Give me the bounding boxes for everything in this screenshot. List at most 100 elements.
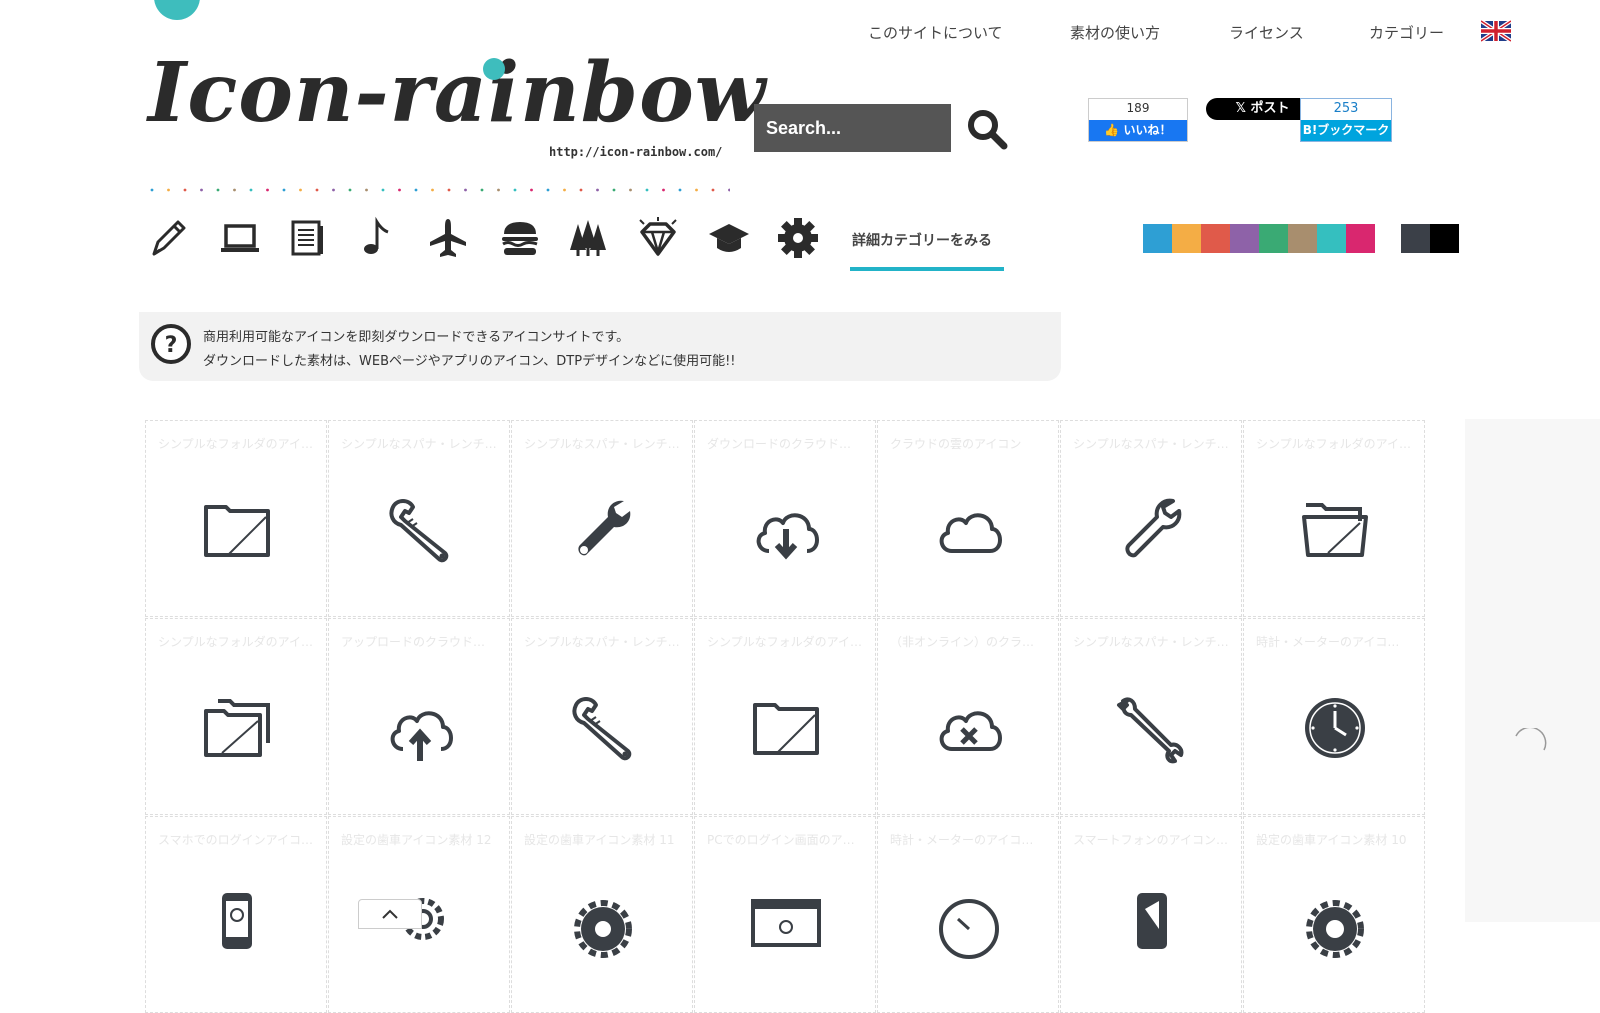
nav-category[interactable]: カテゴリー bbox=[1369, 22, 1444, 43]
icon-card[interactable]: スマートフォンのアイコン… bbox=[1060, 816, 1242, 1013]
icon-card[interactable]: ダウンロードのクラウド… bbox=[694, 420, 876, 617]
x-logo-icon: 𝕏 bbox=[1235, 101, 1251, 116]
fb-like-button[interactable]: 👍 いいね！ bbox=[1089, 120, 1187, 141]
icon-card-title: ダウンロードのクラウド… bbox=[707, 437, 852, 451]
icon-card[interactable]: 時計・メーターのアイコ… bbox=[877, 816, 1059, 1013]
icon-card[interactable]: シンプルなフォルダのアイ… bbox=[145, 618, 327, 815]
search-input[interactable] bbox=[754, 104, 951, 152]
icon-card[interactable]: シンプルなスパナ・レンチ… bbox=[511, 420, 693, 617]
icon-card-title: アップロードのクラウド… bbox=[341, 635, 486, 649]
icon-card-title: シンプルなスパナ・レンチ… bbox=[524, 437, 680, 451]
music-note-icon[interactable] bbox=[356, 216, 400, 260]
more-categories-underline bbox=[850, 267, 1004, 271]
folders-icon bbox=[204, 699, 270, 757]
intro-line-1: 商用利用可能なアイコンを即刻ダウンロードできるアイコンサイトです。 bbox=[203, 330, 630, 345]
folder-open-icon bbox=[1302, 503, 1368, 557]
icon-card-title: シンプルなスパナ・レンチ… bbox=[524, 635, 680, 649]
icon-card-title: シンプルなフォルダのアイ… bbox=[1256, 437, 1412, 451]
adjustable-wrench-2-icon bbox=[572, 697, 632, 761]
icon-card-title: 時計・メーターのアイコ… bbox=[890, 833, 1034, 847]
icon-card-title: シンプルなフォルダのアイ… bbox=[158, 437, 314, 451]
intro-line-2: ダウンロードした素材は、WEBページやアプリのアイコン、DTPデザインなどに使用… bbox=[203, 354, 736, 369]
pc-login-icon bbox=[751, 899, 821, 947]
diamond-icon[interactable] bbox=[636, 216, 680, 260]
more-categories-link[interactable]: 詳細カテゴリーをみる bbox=[852, 230, 992, 250]
nav-about[interactable]: このサイトについて bbox=[868, 22, 1003, 43]
thumbs-up-icon: 👍 bbox=[1104, 123, 1124, 137]
search-icon[interactable] bbox=[966, 108, 1010, 152]
corner-dot bbox=[154, 0, 200, 20]
icon-card-title: シンプルなスパナ・レンチ… bbox=[1073, 437, 1229, 451]
airplane-icon[interactable] bbox=[426, 216, 470, 260]
x-post-label: ポスト bbox=[1250, 101, 1290, 116]
cloud-upload-icon bbox=[390, 711, 453, 761]
color-swatch-red[interactable] bbox=[1201, 224, 1230, 253]
nav-license[interactable]: ライセンス bbox=[1229, 22, 1304, 43]
pencil-icon[interactable] bbox=[146, 216, 190, 260]
icon-card[interactable]: 設定の歯車アイコン素材 10 bbox=[1243, 816, 1425, 1013]
color-swatch-brown[interactable] bbox=[1288, 224, 1317, 253]
color-swatch-green[interactable] bbox=[1259, 224, 1288, 253]
color-swatch-teal[interactable] bbox=[1317, 224, 1346, 253]
icon-card-title: PCでのログイン画面のア… bbox=[707, 833, 855, 847]
gear-10-icon bbox=[1306, 900, 1364, 958]
adjustable-wrench-icon bbox=[389, 499, 449, 563]
color-swatch-dark-gray[interactable] bbox=[1401, 224, 1430, 253]
gear-icon[interactable] bbox=[776, 216, 820, 260]
rainbow-dots bbox=[150, 188, 730, 192]
icon-card-title: シンプルなフォルダのアイ… bbox=[158, 635, 314, 649]
icon-card-title: シンプルなスパナ・レンチ… bbox=[341, 437, 497, 451]
fb-like-count: 189 bbox=[1126, 101, 1150, 115]
icon-card[interactable]: アップロードのクラウド… bbox=[328, 618, 510, 815]
icon-card[interactable]: クラウドの雲のアイコン bbox=[877, 420, 1059, 617]
logo-url: http://icon-rainbow.com/ bbox=[549, 145, 723, 159]
smartphone-icon bbox=[1137, 893, 1167, 949]
color-swatch-pink[interactable] bbox=[1346, 224, 1375, 253]
laptop-icon[interactable] bbox=[218, 216, 262, 260]
icon-card[interactable]: スマホでのログインアイコ… bbox=[145, 816, 327, 1013]
trees-icon[interactable] bbox=[566, 216, 610, 260]
hatena-bookmark-button[interactable]: B!ブックマーク bbox=[1301, 120, 1391, 141]
document-icon[interactable] bbox=[286, 216, 330, 260]
logo-dot bbox=[483, 58, 505, 80]
question-icon: ? bbox=[151, 324, 191, 364]
icon-card[interactable]: シンプルなフォルダのアイ… bbox=[1243, 420, 1425, 617]
icon-card[interactable]: （非オンライン）のクラ… bbox=[877, 618, 1059, 815]
icon-card[interactable]: シンプルなスパナ・レンチ… bbox=[511, 618, 693, 815]
clock-icon bbox=[1305, 698, 1365, 758]
folder-icon bbox=[204, 505, 270, 557]
cloud-download-icon bbox=[756, 513, 819, 560]
hatena-bookmark-widget[interactable]: 253 B!ブックマーク bbox=[1300, 98, 1392, 142]
icon-card[interactable]: 設定の歯車アイコン素材 11 bbox=[511, 816, 693, 1013]
icon-card-title: クラウドの雲のアイコン bbox=[890, 437, 1022, 451]
gear-lock-icon bbox=[574, 900, 632, 958]
graduation-cap-icon[interactable] bbox=[707, 216, 751, 260]
icon-card[interactable]: シンプルなスパナ・レンチ… bbox=[1060, 618, 1242, 815]
color-swatch-blue[interactable] bbox=[1143, 224, 1172, 253]
icon-card-title: シンプルなスパナ・レンチ… bbox=[1073, 635, 1229, 649]
icon-card-title: （非オンライン）のクラ… bbox=[890, 635, 1035, 649]
icon-card[interactable]: シンプルなフォルダのアイ… bbox=[694, 618, 876, 815]
wrench-solid-icon bbox=[578, 500, 631, 556]
chevron-up-icon bbox=[382, 909, 398, 919]
color-swatch-orange[interactable] bbox=[1172, 224, 1201, 253]
icon-card[interactable]: シンプルなスパナ・レンチ… bbox=[1060, 420, 1242, 617]
phone-login-icon bbox=[222, 893, 252, 949]
facebook-like-widget[interactable]: 189 👍 いいね！ bbox=[1088, 98, 1188, 142]
loading-spinner-icon bbox=[1515, 728, 1547, 751]
icon-card-title: 時計・メーターのアイコ… bbox=[1256, 635, 1400, 649]
icon-card[interactable]: 時計・メーターのアイコ… bbox=[1243, 618, 1425, 815]
scroll-to-top-button[interactable] bbox=[358, 899, 422, 929]
folder-2-icon bbox=[753, 703, 819, 755]
site-logo[interactable]: Icon-rainbow bbox=[148, 52, 766, 134]
icon-card-title: シンプルなフォルダのアイ… bbox=[707, 635, 863, 649]
icon-card-title: 設定の歯車アイコン素材 12 bbox=[341, 833, 492, 847]
color-swatch-purple[interactable] bbox=[1230, 224, 1259, 253]
uk-flag-icon[interactable] bbox=[1481, 20, 1511, 42]
icon-card[interactable]: PCでのログイン画面のア… bbox=[694, 816, 876, 1013]
burger-icon[interactable] bbox=[498, 216, 542, 260]
nav-howto[interactable]: 素材の使い方 bbox=[1070, 22, 1160, 43]
icon-card[interactable]: シンプルなフォルダのアイ… bbox=[145, 420, 327, 617]
color-swatch-black[interactable] bbox=[1430, 224, 1459, 253]
icon-card[interactable]: シンプルなスパナ・レンチ… bbox=[328, 420, 510, 617]
